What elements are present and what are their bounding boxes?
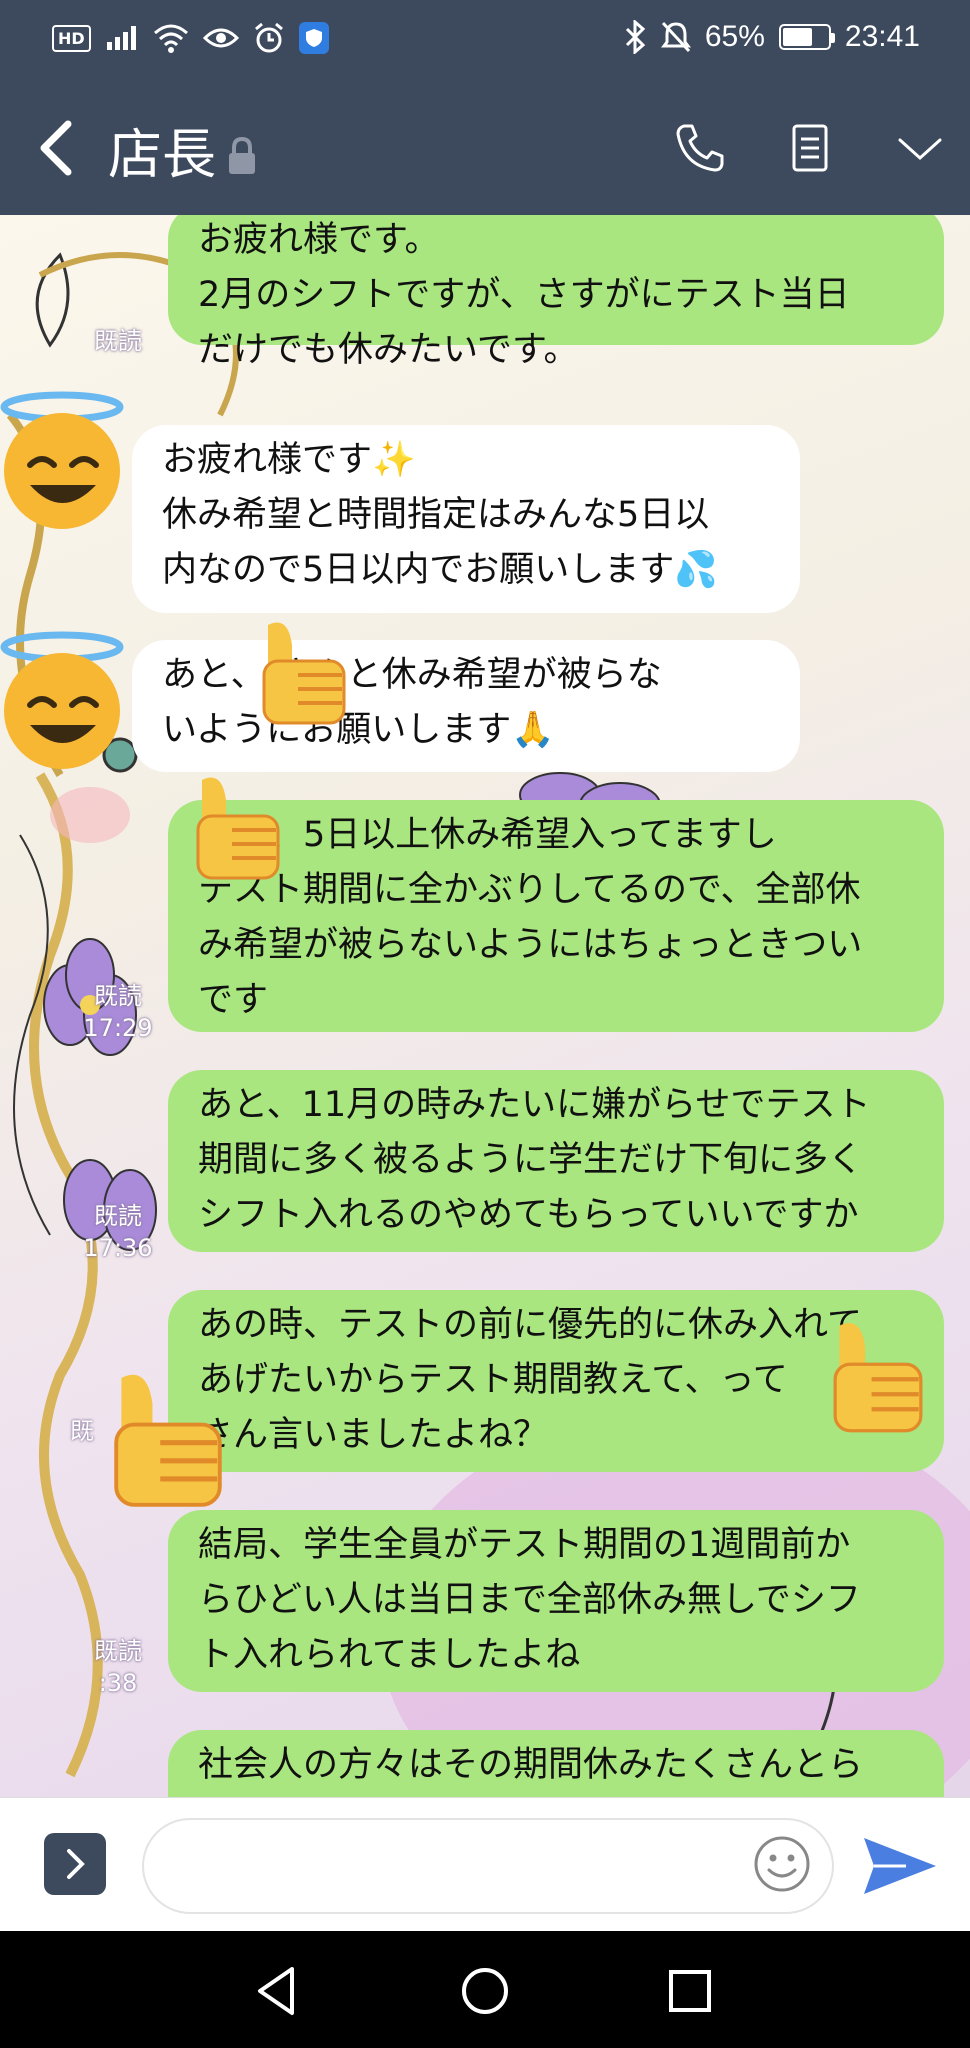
read-label: 既読 [94,1637,142,1665]
shield-icon [298,22,329,54]
status-bar: HD 65% 23:41 [0,0,970,80]
message-outgoing[interactable]: 結局、学生全員がテスト期間の1週間前か らひどい人は当日まで全部休み無しでシフ … [168,1510,944,1692]
battery-icon [778,24,835,50]
contact-avatar[interactable] [0,385,140,535]
back-button[interactable] [30,116,90,180]
read-label: 既読 [94,327,142,355]
input-bar [0,1797,970,1931]
send-icon[interactable] [860,1832,940,1900]
eye-icon [202,28,239,48]
chevron-right-icon [67,1849,85,1879]
system-nav-bar [0,1931,970,2048]
chat-area[interactable]: お疲れ様です。 2月のシフトですが、さすがにテスト当日 だけでも休みたいです。 … [0,215,970,1797]
contact-avatar[interactable] [0,625,140,775]
chat-title: 店長 [108,123,216,186]
read-receipt: 既読 17:29 [70,980,166,1044]
status-left-icons: HD [52,22,329,54]
thumbs-up-sticker [196,777,280,880]
chat-title-wrap[interactable]: 店長 [108,110,258,189]
phone-icon[interactable] [672,120,728,176]
alarm-icon [254,22,283,53]
message-input[interactable] [142,1818,834,1914]
message-outgoing[interactable]: さん、5日以上休み希望入ってますし テスト期間に全かぶりしてるので、全部休 み希… [168,800,944,1032]
thumbs-up-sticker [833,1323,923,1433]
read-time: 17:29 [83,1014,153,1042]
read-receipt: 既読 :38 [70,1635,166,1699]
expand-menu-button[interactable] [44,1833,106,1895]
read-time: :38 [98,1669,138,1697]
read-label: 既読 [94,982,142,1010]
message-incoming[interactable]: お疲れ様です✨ 休み希望と時間指定はみんな5日以 内なので5日以内でお願いします… [132,425,800,613]
battery-level [782,28,812,46]
status-right-icons: 65% 23:41 [623,20,920,54]
message-outgoing[interactable]: あと、11月の時みたいに嫌がらせでテスト 期間に多く被るように学生だけ下旬に多く… [168,1070,944,1252]
chat-header: 店長 [0,80,970,215]
message-outgoing[interactable]: 社会人の方々はその期間休みたくさんとら [168,1730,944,1797]
read-receipt: 既読 17:36 [70,1200,166,1264]
message-incoming[interactable]: あと、 さんと休み希望が被らな いようにお願いします🙏 [132,640,800,772]
notes-icon[interactable] [782,120,838,176]
nav-home-icon[interactable] [455,1961,515,2021]
thumbs-up-sticker [114,1374,222,1507]
read-label: 既 [70,1417,94,1445]
battery-percent: 65% [704,20,765,53]
smiley-icon[interactable] [752,1834,812,1894]
read-time: 17:36 [83,1234,153,1262]
wifi-icon [153,24,188,53]
hd-icon: HD [52,24,91,52]
read-label: 既読 [94,1202,142,1230]
read-receipt: 既読 [70,325,166,357]
signal-icon [106,26,136,50]
bluetooth-icon [625,20,646,54]
message-outgoing[interactable]: お疲れ様です。 2月のシフトですが、さすがにテスト当日 だけでも休みたいです。 [168,215,944,370]
nav-back-icon[interactable] [248,1961,308,2021]
read-receipt: 既 [62,1415,102,1447]
thumbs-up-sticker [262,622,346,725]
mute-bell-icon [660,21,691,53]
lock-icon [229,136,255,174]
clock: 23:41 [844,20,920,53]
chevron-down-icon[interactable] [892,120,948,176]
nav-recents-icon[interactable] [660,1961,720,2021]
